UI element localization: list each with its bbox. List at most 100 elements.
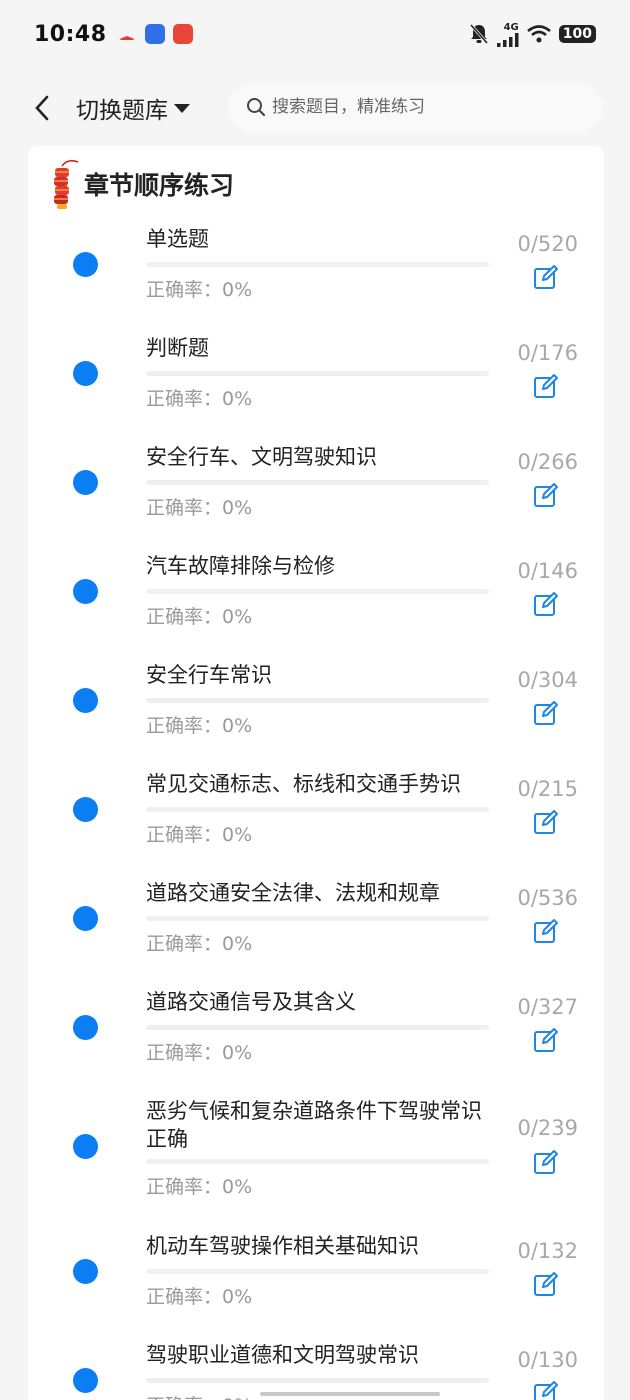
- nav-bar: 切换题库: [0, 70, 630, 146]
- accuracy-value: 0%: [222, 497, 253, 519]
- progress-track: [146, 371, 489, 376]
- edit-icon[interactable]: [533, 1271, 559, 1297]
- accuracy-label: 正确率：: [146, 497, 223, 519]
- chapter-title: 机动车驾驶操作相关基础知识: [146, 1234, 419, 1258]
- accuracy-value: 0%: [222, 715, 253, 737]
- accuracy-label: 正确率：: [146, 715, 223, 737]
- chapter-row[interactable]: 判断题 正确率：0% 0/176: [28, 331, 604, 440]
- chapter-row[interactable]: 常见交通标志、标线和交通手势识 正确率：0% 0/215: [28, 767, 604, 876]
- progress-track: [146, 262, 489, 267]
- back-button[interactable]: [22, 88, 62, 128]
- progress-track: [146, 1025, 489, 1030]
- edit-icon[interactable]: [533, 373, 559, 399]
- search-icon: [247, 98, 266, 117]
- scroll-indicator[interactable]: [260, 1392, 440, 1396]
- progress-track: [146, 698, 489, 703]
- switch-bank-dropdown[interactable]: 切换题库: [76, 91, 190, 125]
- accuracy-text: 正确率：0%: [146, 711, 252, 738]
- chapter-row[interactable]: 安全行车常识 正确率：0% 0/304: [28, 658, 604, 767]
- accuracy-label: 正确率：: [146, 1395, 222, 1400]
- accuracy-value: 0%: [222, 606, 253, 628]
- accuracy-text: 正确率：0%: [146, 275, 252, 302]
- red-app-icon: [172, 24, 193, 44]
- chapter-row[interactable]: 机动车驾驶操作相关基础知识 正确率：0% 0/132: [28, 1229, 604, 1338]
- battery-indicator: 100: [558, 25, 596, 43]
- accuracy-value: 0%: [222, 1176, 253, 1198]
- chapter-dot: [73, 797, 98, 822]
- cell-signal: 4G: [496, 21, 519, 47]
- accuracy-label: 正确率：: [146, 1176, 223, 1198]
- bell-muted-icon: [469, 24, 488, 44]
- chapter-dot: [73, 1259, 98, 1284]
- chapter-title: 常见交通标志、标线和交通手势识: [146, 772, 461, 796]
- status-app-icons: [116, 24, 193, 44]
- chapter-practice-card: 章节顺序练习 单选题 正确率：0% 0/520 判断题 正确率：0% 0/176…: [28, 146, 604, 1400]
- accuracy-value: 0%: [222, 1042, 253, 1064]
- chapter-title: 安全行车常识: [146, 663, 272, 687]
- network-type: 4G: [503, 21, 519, 33]
- edit-icon[interactable]: [533, 264, 559, 290]
- question-count: 0/132: [517, 1239, 578, 1263]
- edit-icon[interactable]: [533, 1149, 559, 1175]
- question-count: 0/146: [517, 559, 578, 583]
- chapter-row[interactable]: 汽车故障排除与检修 正确率：0% 0/146: [28, 549, 604, 658]
- chapter-dot: [73, 470, 98, 495]
- switch-bank-label: 切换题库: [76, 98, 168, 124]
- chapter-title: 安全行车、文明驾驶知识: [146, 445, 377, 469]
- question-count: 0/304: [517, 668, 578, 692]
- chapter-row[interactable]: 道路交通信号及其含义 正确率：0% 0/327: [28, 985, 604, 1094]
- accuracy-label: 正确率：: [146, 388, 223, 410]
- caret-down-icon: [174, 103, 190, 113]
- question-count: 0/130: [517, 1348, 578, 1372]
- accuracy-label: 正确率：: [146, 824, 223, 846]
- section-header: 章节顺序练习: [50, 154, 234, 214]
- chapter-dot: [73, 361, 98, 386]
- accuracy-value: 0%: [222, 933, 253, 955]
- accuracy-text: 正确率：0%: [146, 1172, 252, 1199]
- accuracy-text: 正确率：0%: [146, 602, 252, 629]
- accuracy-label: 正确率：: [146, 1286, 223, 1308]
- chapter-dot: [73, 906, 98, 931]
- accuracy-value: 0%: [222, 279, 253, 301]
- accuracy-text: 正确率：0%: [146, 493, 252, 520]
- question-count: 0/215: [517, 777, 578, 801]
- chapter-title: 单选题: [146, 227, 209, 251]
- chapter-title: 道路交通信号及其含义: [146, 990, 356, 1014]
- edit-icon[interactable]: [533, 1380, 559, 1400]
- accuracy-value: 0%: [222, 388, 253, 410]
- accuracy-text: 正确率：0%: [146, 384, 252, 411]
- chapter-row[interactable]: 恶劣气候和复杂道路条件下驾驶常识正确 正确率：0% 0/239: [28, 1094, 604, 1229]
- search-box[interactable]: [228, 82, 602, 132]
- chapter-title: 道路交通安全法律、法规和规章: [146, 881, 440, 905]
- edit-icon[interactable]: [533, 482, 559, 508]
- search-input[interactable]: [272, 97, 572, 117]
- progress-track: [146, 480, 489, 485]
- chapter-title: 恶劣气候和复杂道路条件下驾驶常识正确: [146, 1099, 482, 1151]
- chapter-row[interactable]: 安全行车、文明驾驶知识 正确率：0% 0/266: [28, 440, 604, 549]
- question-count: 0/176: [517, 341, 578, 365]
- question-count: 0/266: [517, 450, 578, 474]
- accuracy-text: 正确率：0%: [146, 929, 252, 956]
- accuracy-label: 正确率：: [146, 933, 223, 955]
- chapter-dot: [73, 688, 98, 713]
- edit-icon[interactable]: [533, 918, 559, 944]
- chapter-row[interactable]: 驾驶职业道德和文明驾驶常识 正确率：0% 0/130: [28, 1338, 604, 1400]
- accuracy-label: 正确率：: [146, 279, 223, 301]
- edit-icon[interactable]: [533, 591, 559, 617]
- edit-icon[interactable]: [533, 809, 559, 835]
- question-count: 0/520: [517, 232, 578, 256]
- chapter-title: 判断题: [146, 336, 209, 360]
- status-time: 10:48: [34, 21, 107, 47]
- chapter-dot: [73, 1015, 98, 1040]
- progress-track: [146, 1269, 489, 1274]
- edit-icon[interactable]: [533, 1027, 559, 1053]
- firecracker-icon: [54, 159, 79, 209]
- chapter-row[interactable]: 单选题 正确率：0% 0/520: [28, 222, 604, 331]
- chapter-row[interactable]: 道路交通安全法律、法规和规章 正确率：0% 0/536: [28, 876, 604, 985]
- accuracy-label: 正确率：: [146, 1042, 223, 1064]
- progress-track: [146, 1159, 489, 1164]
- section-title: 章节顺序练习: [84, 171, 235, 200]
- edit-icon[interactable]: [533, 700, 559, 726]
- chapter-dot: [73, 1368, 98, 1393]
- status-bar: 10:48 4G 100: [0, 0, 630, 68]
